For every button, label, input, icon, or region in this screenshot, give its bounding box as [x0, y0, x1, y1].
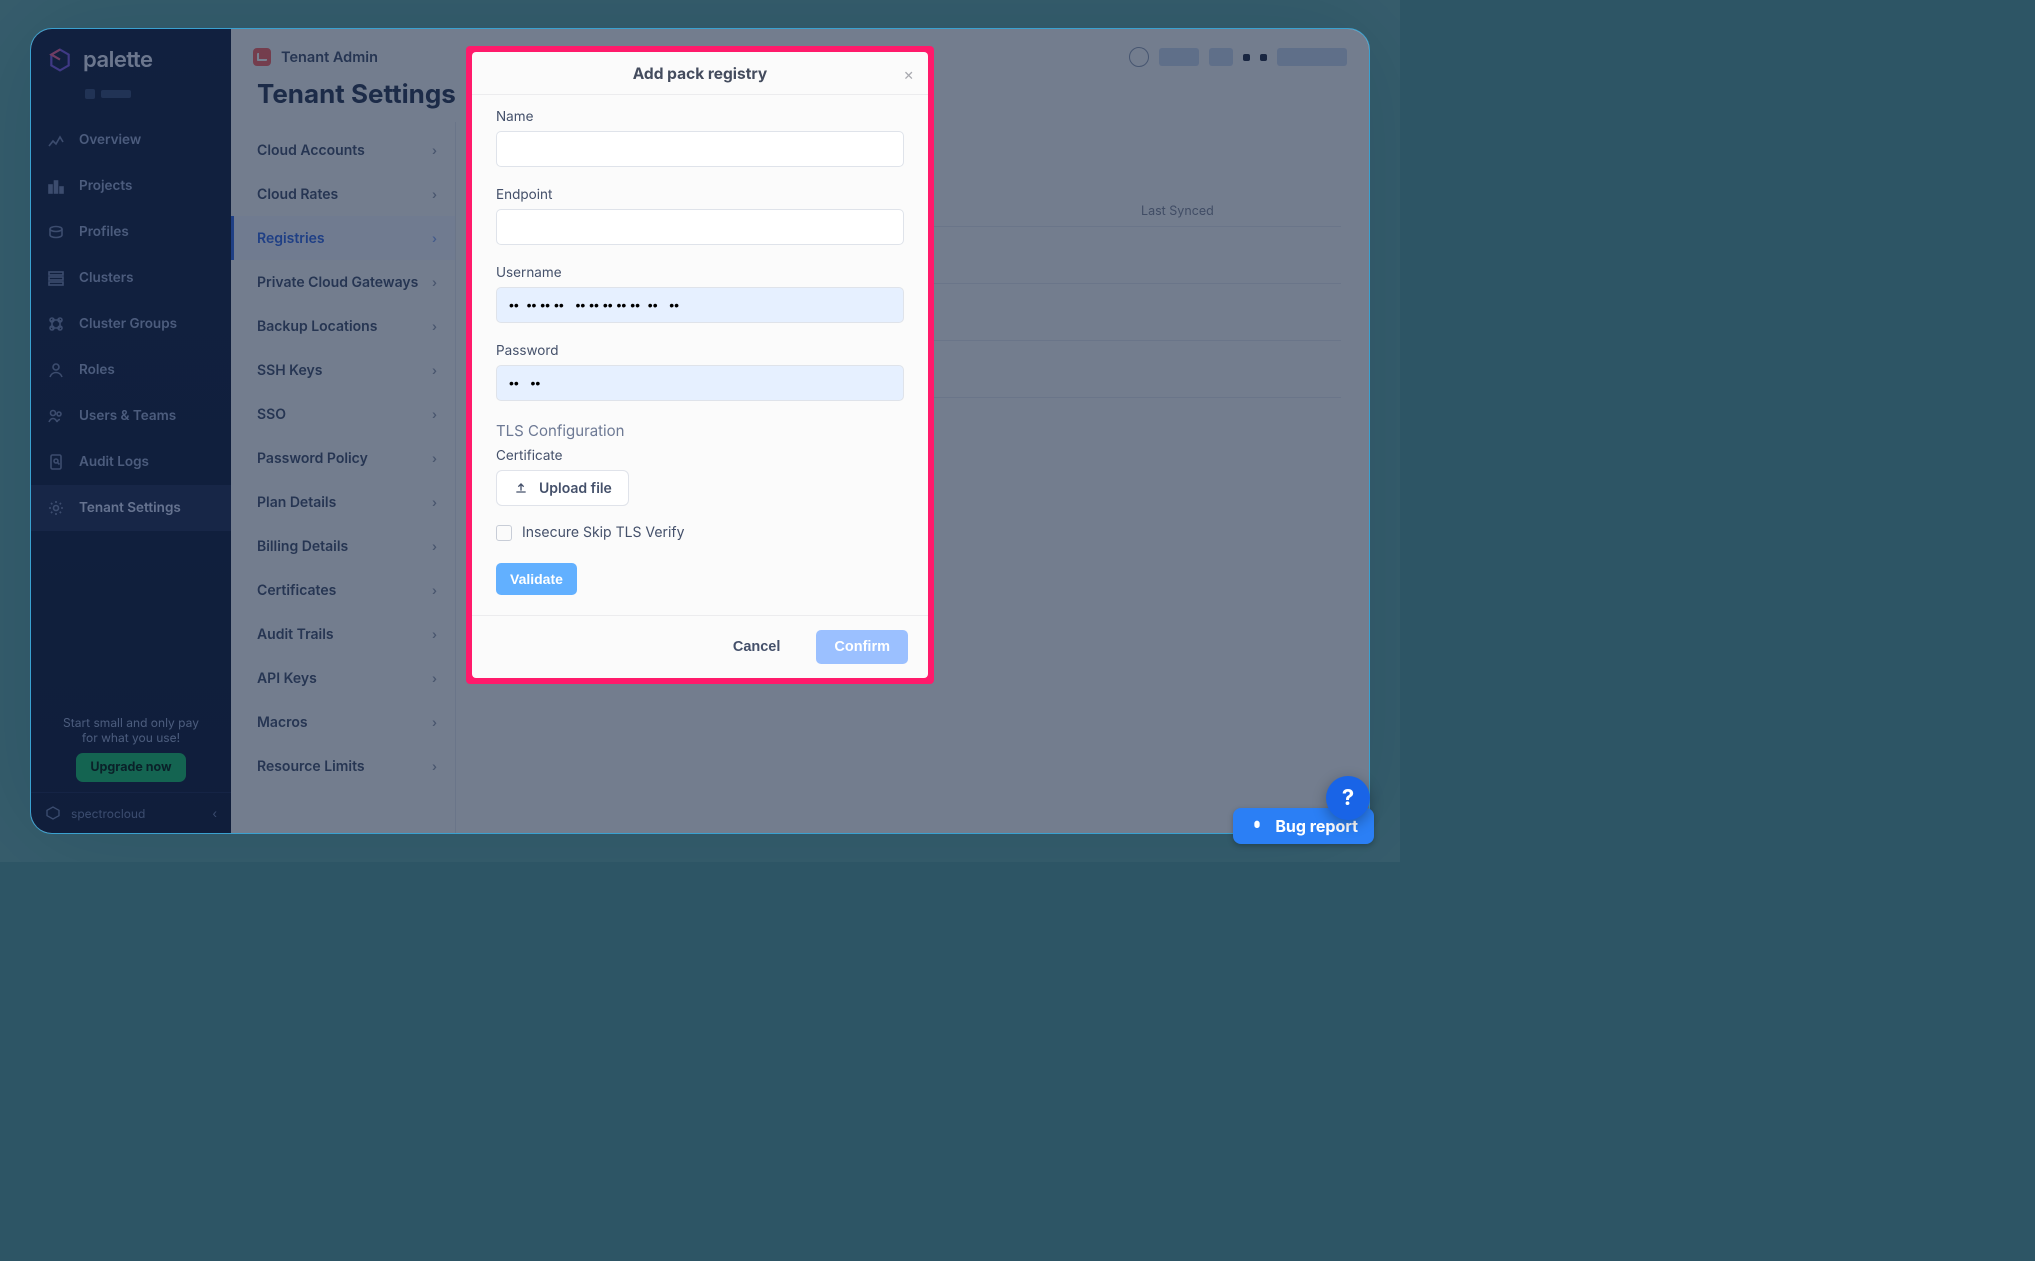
close-icon[interactable]: ×: [903, 64, 914, 84]
cancel-button[interactable]: Cancel: [715, 630, 799, 664]
checkbox-icon[interactable]: [496, 525, 512, 541]
modal-header: Add pack registry ×: [472, 52, 928, 95]
upload-label: Upload file: [539, 480, 612, 497]
certificate-label: Certificate: [496, 448, 904, 464]
name-input[interactable]: [496, 131, 904, 167]
validate-button[interactable]: Validate: [496, 563, 577, 595]
insecure-skip-tls-row[interactable]: Insecure Skip TLS Verify: [496, 524, 904, 541]
modal-title: Add pack registry: [633, 64, 768, 83]
add-pack-registry-modal: Add pack registry × Name Endpoint Userna…: [472, 52, 928, 678]
modal-footer: Cancel Confirm: [472, 615, 928, 678]
viewport: palette Overview Projects Profiles: [0, 0, 1400, 862]
modal-wrap: Add pack registry × Name Endpoint Userna…: [466, 46, 934, 684]
tls-section-title: TLS Configuration: [496, 421, 904, 440]
username-label: Username: [496, 265, 904, 281]
password-label: Password: [496, 343, 904, 359]
upload-file-button[interactable]: Upload file: [496, 470, 629, 506]
insecure-skip-label: Insecure Skip TLS Verify: [522, 524, 684, 541]
username-input[interactable]: [496, 287, 904, 323]
bug-icon: [1249, 818, 1265, 834]
modal-body: Name Endpoint Username Password: [472, 95, 928, 615]
help-button[interactable]: ?: [1326, 776, 1370, 820]
modal-highlight-border: Add pack registry × Name Endpoint Userna…: [466, 46, 934, 684]
confirm-button[interactable]: Confirm: [816, 630, 908, 664]
endpoint-label: Endpoint: [496, 187, 904, 203]
name-label: Name: [496, 109, 904, 125]
endpoint-input[interactable]: [496, 209, 904, 245]
help-icon: ?: [1342, 785, 1354, 811]
upload-icon: [513, 480, 529, 496]
password-input[interactable]: [496, 365, 904, 401]
